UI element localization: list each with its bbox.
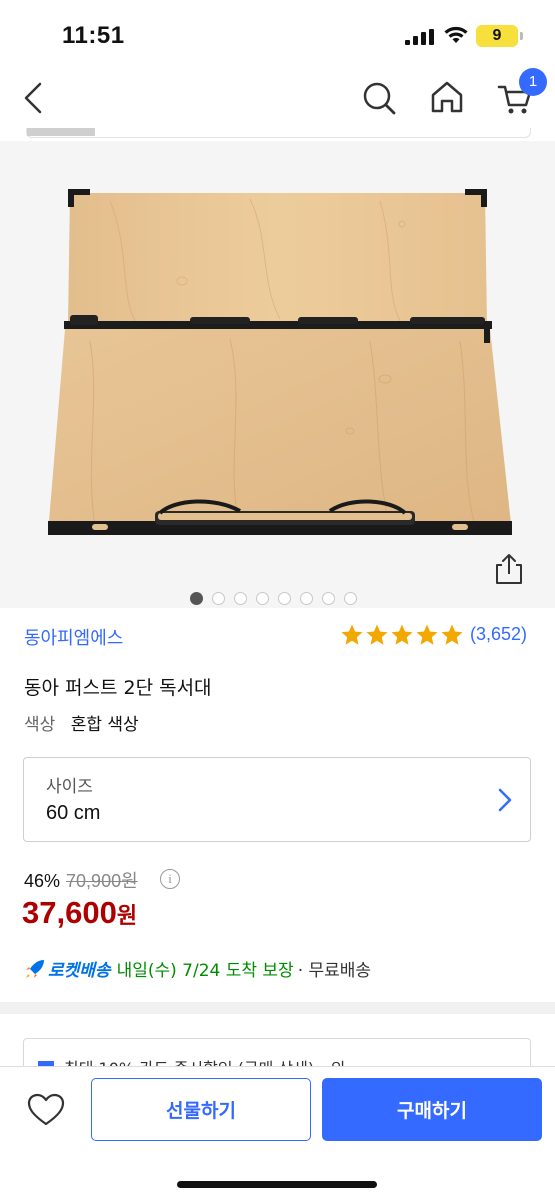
gallery-dot[interactable] [256,592,269,605]
color-option: 색상 혼합 색상 [24,710,139,735]
search-icon[interactable] [360,78,400,118]
price-info-icon[interactable]: i [160,869,180,889]
home-icon[interactable] [428,78,466,118]
gallery-dot[interactable] [344,592,357,605]
rocket-delivery-label: 로켓배송 [48,961,111,981]
gallery-dot[interactable] [300,592,313,605]
rating-stars [340,623,464,647]
star-icon [341,624,363,645]
rocket-icon [26,959,44,978]
buy-button[interactable]: 구매하기 [322,1078,542,1141]
heart-icon[interactable] [27,1093,65,1127]
section-divider [0,1002,555,1014]
discount-row: 46% 70,900원 [24,867,138,893]
free-shipping: · 무료배송 [297,961,372,981]
color-label: 색상 [24,715,56,735]
status-time: 11:51 [62,22,125,49]
size-value: 60 cm [46,802,101,824]
home-indicator [177,1181,377,1188]
star-icon [366,624,388,645]
chevron-right-icon [498,788,512,812]
wifi-icon [444,26,468,43]
delivery-info: 로켓배송 내일(수) 7/24 도착 보장 · 무료배송 [24,956,371,981]
size-selector[interactable]: 사이즈 60 cm [23,757,531,842]
cart-count-badge: 1 [519,68,547,96]
price-unit: 원 [116,903,138,928]
cellular-signal-icon [405,29,434,45]
battery-tip [520,32,523,40]
gallery-pagination [190,592,357,605]
gallery-dot[interactable] [212,592,225,605]
battery-icon: 9 [476,25,518,47]
delivery-eta: 내일(수) 7/24 도착 보장 [116,961,294,981]
size-label: 사이즈 [46,777,93,797]
star-icon [441,624,463,645]
status-bar: 11:51 9 [0,0,555,70]
review-count[interactable]: (3,652) [470,624,527,645]
reading-stand-image [48,189,512,535]
star-icon [416,624,438,645]
product-title: 동아 퍼스트 2단 독서대 [24,677,212,699]
brand-link[interactable]: 동아피엠에스 [24,624,123,650]
gallery-dot[interactable] [322,592,335,605]
star-icon [391,624,413,645]
original-price: 70,900원 [66,871,138,891]
share-icon[interactable] [490,549,528,589]
gallery-dot[interactable] [278,592,291,605]
sale-price: 37,600원 [22,895,137,931]
gallery-dot[interactable] [190,592,203,605]
thumbnail-selected[interactable] [27,128,95,136]
bottom-action-bar: 선물하기 구매하기 [0,1066,555,1200]
back-icon[interactable] [20,78,46,118]
product-image[interactable] [0,141,555,608]
sale-price-value: 37,600 [22,895,117,930]
thumbnail-strip[interactable] [26,128,531,138]
discount-rate: 46% [24,871,61,891]
color-value: 혼합 색상 [70,715,139,735]
gallery-dot[interactable] [234,592,247,605]
top-nav: 1 [0,68,555,128]
gift-button[interactable]: 선물하기 [91,1078,311,1141]
